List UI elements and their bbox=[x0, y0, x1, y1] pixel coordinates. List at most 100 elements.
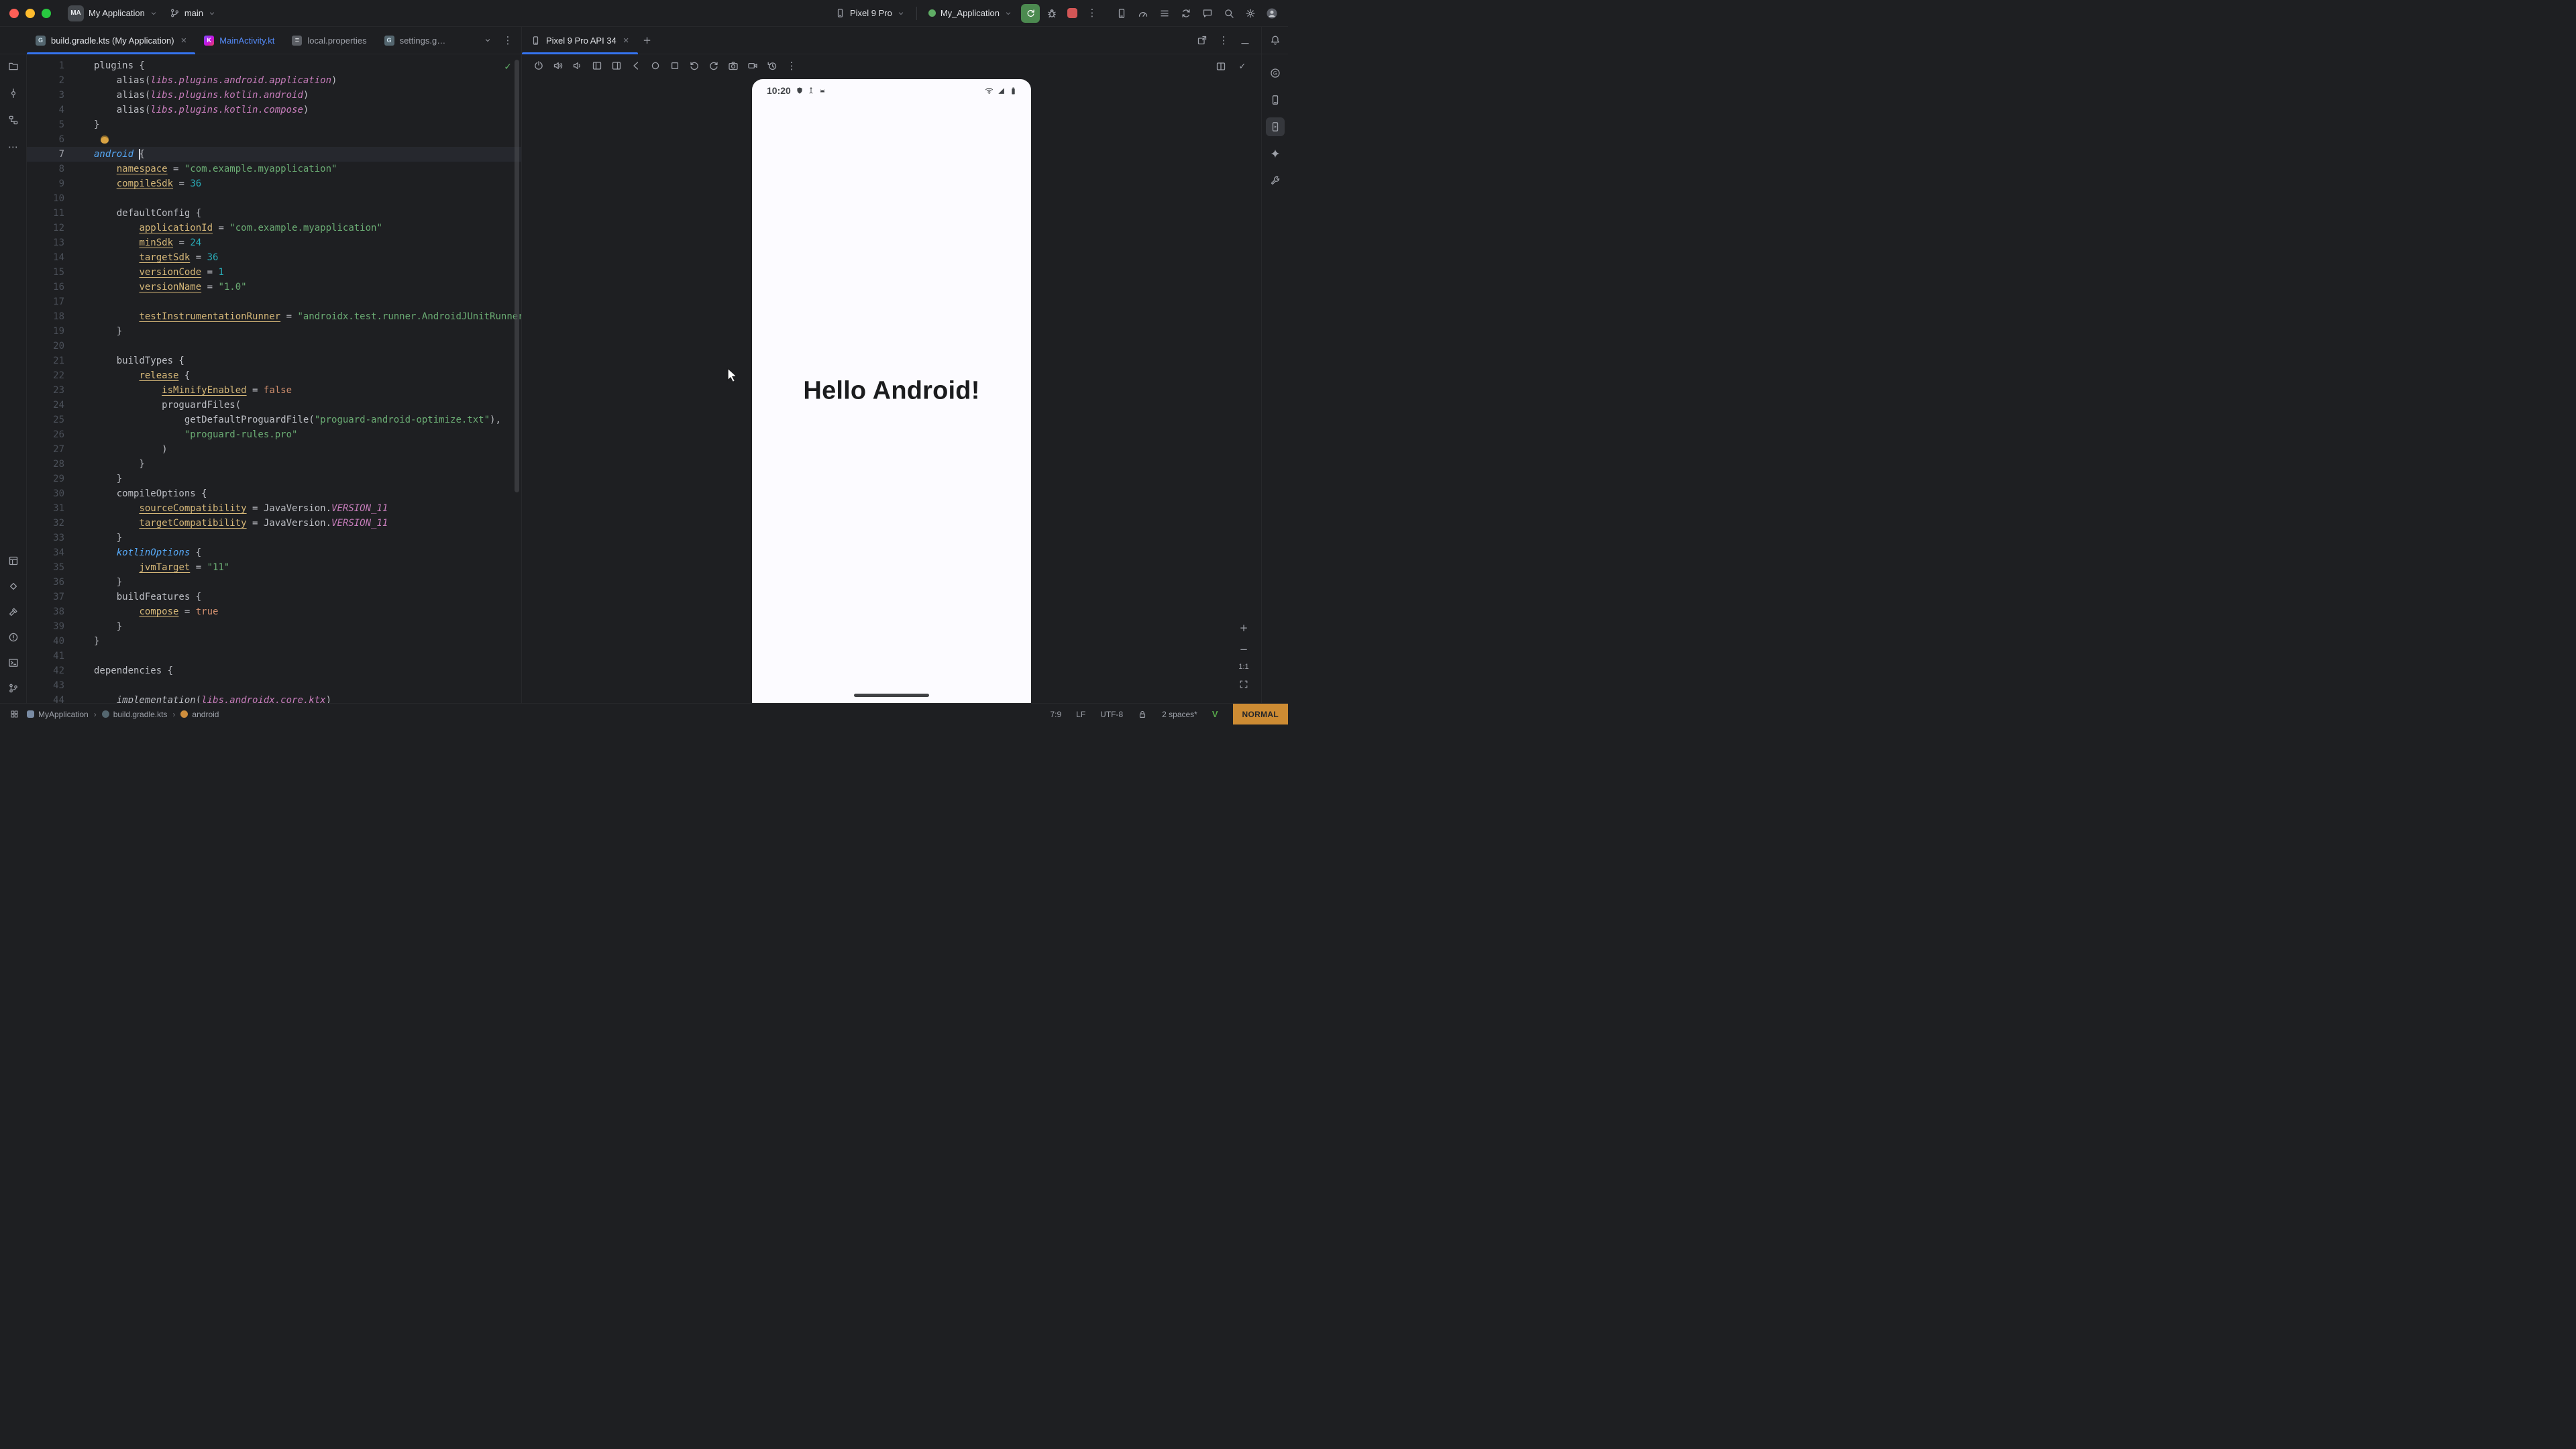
fullscreen-window-button[interactable] bbox=[42, 9, 51, 18]
structure-button[interactable] bbox=[4, 111, 23, 129]
line-number[interactable]: 19 bbox=[27, 324, 64, 339]
settings-button[interactable] bbox=[1241, 4, 1260, 23]
search-button[interactable] bbox=[1220, 4, 1238, 23]
problems-button[interactable] bbox=[4, 628, 23, 647]
line-number[interactable]: 34 bbox=[27, 545, 64, 560]
stop-button[interactable] bbox=[1063, 4, 1081, 23]
line-number[interactable]: 37 bbox=[27, 590, 64, 604]
line-number[interactable]: 42 bbox=[27, 663, 64, 678]
gemini-button[interactable] bbox=[1266, 144, 1285, 163]
hide-panel-button[interactable] bbox=[1236, 31, 1254, 50]
power-button[interactable] bbox=[530, 57, 547, 74]
line-number[interactable]: 27 bbox=[27, 442, 64, 457]
display-mode-button[interactable] bbox=[1212, 57, 1230, 76]
open-in-window-button[interactable] bbox=[1193, 31, 1212, 50]
editor-options-button[interactable]: ⋮ bbox=[498, 31, 517, 50]
version-control-button[interactable] bbox=[4, 679, 23, 698]
overview-button[interactable] bbox=[666, 57, 684, 74]
device-selector[interactable]: Pixel 9 Pro bbox=[829, 3, 911, 23]
profiler-button[interactable] bbox=[1134, 4, 1152, 23]
code-editor[interactable]: 1plugins {2 alias(libs.plugins.android.a… bbox=[27, 54, 521, 703]
notifications-button[interactable] bbox=[1266, 31, 1285, 50]
snapshot-button[interactable] bbox=[763, 57, 781, 74]
line-number[interactable]: 33 bbox=[27, 531, 64, 545]
line-number[interactable]: 10 bbox=[27, 191, 64, 206]
line-number[interactable]: 13 bbox=[27, 235, 64, 250]
editor-tab-settings-g[interactable]: Gsettings.g… bbox=[376, 27, 455, 54]
line-number[interactable]: 39 bbox=[27, 619, 64, 634]
line-number[interactable]: 16 bbox=[27, 280, 64, 294]
zoom-reset-button[interactable]: 1:1 bbox=[1238, 663, 1248, 671]
line-number[interactable]: 29 bbox=[27, 472, 64, 486]
screenshot-button[interactable] bbox=[724, 57, 742, 74]
zoom-fit-button[interactable] bbox=[1236, 676, 1252, 692]
caret-position[interactable]: 7:9 bbox=[1050, 710, 1061, 719]
device-explorer-button[interactable] bbox=[1266, 91, 1285, 109]
line-number[interactable]: 23 bbox=[27, 383, 64, 398]
line-number[interactable]: 32 bbox=[27, 516, 64, 531]
close-icon[interactable]: × bbox=[623, 36, 629, 46]
line-number[interactable]: 28 bbox=[27, 457, 64, 472]
breadcrumb-item-build-gradle-kts[interactable]: build.gradle.kts bbox=[102, 710, 168, 719]
line-number[interactable]: 22 bbox=[27, 368, 64, 383]
close-icon[interactable]: × bbox=[181, 36, 187, 46]
line-number[interactable]: 7 bbox=[27, 147, 64, 162]
volume-down-button[interactable] bbox=[569, 57, 586, 74]
device-screen[interactable]: 10:20 Hello Android! bbox=[752, 79, 1031, 703]
line-number[interactable]: 4 bbox=[27, 103, 64, 117]
terminal-button[interactable] bbox=[4, 653, 23, 672]
more-horizontal-button[interactable]: ⋯ bbox=[4, 138, 23, 156]
encoding-indicator[interactable]: UTF-8 bbox=[1100, 710, 1123, 719]
zoom-out-button[interactable]: − bbox=[1236, 641, 1252, 657]
lock-icon[interactable] bbox=[1138, 710, 1147, 719]
line-number[interactable]: 38 bbox=[27, 604, 64, 619]
close-window-button[interactable] bbox=[9, 9, 19, 18]
line-ending-indicator[interactable]: LF bbox=[1076, 710, 1085, 719]
line-number[interactable]: 30 bbox=[27, 486, 64, 501]
ideavim-icon[interactable]: V bbox=[1212, 709, 1218, 719]
sync-button[interactable] bbox=[1177, 4, 1195, 23]
fold-left-button[interactable] bbox=[588, 57, 606, 74]
ai-chat-button[interactable] bbox=[1198, 4, 1217, 23]
line-number[interactable]: 18 bbox=[27, 309, 64, 324]
running-device-tab[interactable]: Pixel 9 Pro API 34 × bbox=[522, 27, 638, 54]
line-number[interactable]: 31 bbox=[27, 501, 64, 516]
run-configuration-selector[interactable]: My_Application bbox=[922, 3, 1018, 23]
indent-indicator[interactable]: 2 spaces* bbox=[1162, 710, 1197, 719]
hidden-tabs-button[interactable] bbox=[478, 31, 497, 50]
vim-mode-badge[interactable]: NORMAL bbox=[1233, 704, 1288, 724]
inspections-ok-icon[interactable]: ✓ bbox=[504, 61, 512, 72]
line-number[interactable]: 36 bbox=[27, 575, 64, 590]
more-vertical-button[interactable]: ⋮ bbox=[783, 57, 800, 74]
line-number[interactable]: 3 bbox=[27, 88, 64, 103]
screen-record-button[interactable] bbox=[744, 57, 761, 74]
new-device-tab-button[interactable]: + bbox=[638, 31, 657, 50]
resource-manager-button[interactable] bbox=[4, 551, 23, 570]
editor-tab-local-properties[interactable]: ≡local.properties bbox=[283, 27, 375, 54]
editor-scrollbar[interactable] bbox=[515, 60, 519, 492]
services-button[interactable] bbox=[4, 577, 23, 596]
branch-widget[interactable]: main bbox=[164, 3, 222, 23]
project-widget[interactable]: MA My Application bbox=[62, 3, 164, 23]
device-manager-button[interactable] bbox=[1112, 4, 1131, 23]
zoom-in-button[interactable]: + bbox=[1236, 620, 1252, 636]
breadcrumb-item-android[interactable]: android bbox=[180, 710, 219, 719]
line-number[interactable]: 15 bbox=[27, 265, 64, 280]
build-button[interactable] bbox=[4, 602, 23, 621]
status-ok-button[interactable]: ✓ bbox=[1233, 57, 1252, 76]
volume-up-button[interactable] bbox=[549, 57, 567, 74]
intention-bulb-icon[interactable] bbox=[101, 136, 109, 144]
project-button[interactable] bbox=[4, 57, 23, 76]
workspace-button[interactable] bbox=[7, 707, 21, 722]
rotate-left-button[interactable] bbox=[686, 57, 703, 74]
line-number[interactable]: 12 bbox=[27, 221, 64, 235]
more-vertical-button[interactable]: ⋮ bbox=[1214, 31, 1233, 50]
line-number[interactable]: 9 bbox=[27, 176, 64, 191]
line-number[interactable]: 21 bbox=[27, 354, 64, 368]
debug-button[interactable] bbox=[1042, 4, 1061, 23]
line-number[interactable]: 1 bbox=[27, 58, 64, 73]
line-number[interactable]: 25 bbox=[27, 413, 64, 427]
minimize-window-button[interactable] bbox=[25, 9, 35, 18]
line-number[interactable]: 44 bbox=[27, 693, 64, 703]
account-button[interactable] bbox=[1263, 4, 1281, 23]
